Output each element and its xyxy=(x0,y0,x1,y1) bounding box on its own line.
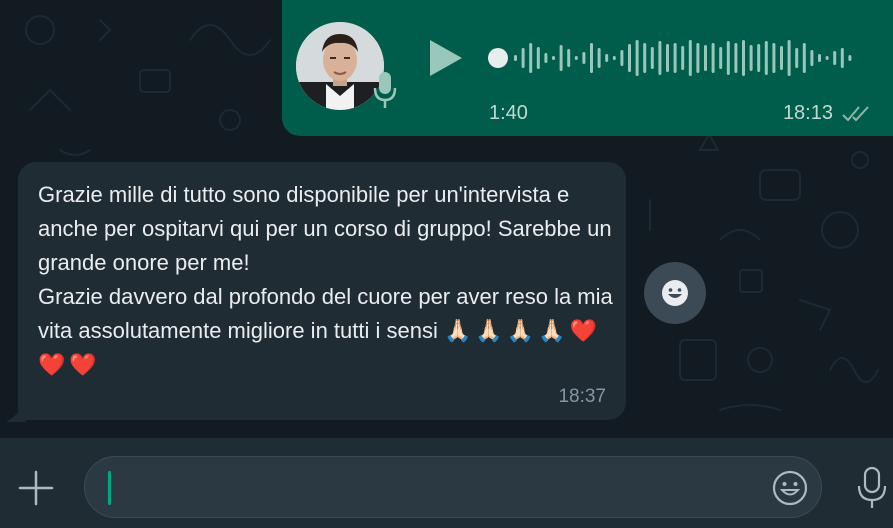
waveform-bar xyxy=(643,43,647,73)
waveform-bar xyxy=(605,54,609,62)
plus-icon[interactable] xyxy=(16,468,56,508)
waveform-bar xyxy=(787,40,791,76)
waveform-bar xyxy=(810,50,814,66)
microphone-icon[interactable] xyxy=(852,464,892,510)
waveform-bar xyxy=(688,40,692,76)
waveform-bar xyxy=(681,46,685,70)
waveform-bar xyxy=(620,50,624,66)
incoming-message-bubble[interactable]: Grazie mille di tutto sono disponibile p… xyxy=(18,162,626,420)
message-composer xyxy=(0,438,893,528)
waveform-bar xyxy=(780,46,783,70)
waveform-bar xyxy=(825,56,829,60)
waveform-bar xyxy=(704,45,707,71)
smiley-icon xyxy=(662,280,688,306)
waveform-bar xyxy=(795,48,799,68)
waveform-bar xyxy=(749,45,753,71)
waveform-bar xyxy=(612,56,616,60)
waveform-bar xyxy=(734,43,738,73)
waveform-bar xyxy=(552,56,555,60)
waveform-bar xyxy=(521,48,525,68)
playback-position-dot xyxy=(488,48,508,68)
play-icon[interactable] xyxy=(426,36,466,80)
waveform-bar xyxy=(582,52,586,64)
whatsapp-chat-window: 1:40 18:13 Grazie mille di tutto sono di… xyxy=(0,0,893,528)
microphone-icon xyxy=(372,70,398,110)
waveform-bar xyxy=(658,41,662,75)
message-text: Grazie mille di tutto sono disponibile p… xyxy=(38,178,613,382)
message-input[interactable] xyxy=(107,467,751,509)
double-check-icon xyxy=(841,103,873,125)
waveform-bar xyxy=(514,55,517,61)
smiley-icon[interactable] xyxy=(771,469,809,507)
voice-message-bubble[interactable]: 1:40 18:13 xyxy=(282,0,893,136)
waveform-bar xyxy=(696,43,700,73)
avatar-image xyxy=(296,22,384,110)
voice-message-time: 18:13 xyxy=(782,102,833,124)
message-input-container[interactable] xyxy=(84,456,822,518)
waveform-bar xyxy=(529,43,533,73)
waveform-bar xyxy=(544,53,548,63)
waveform-bar xyxy=(673,43,677,73)
waveform-bar xyxy=(559,45,563,71)
waveform-bar xyxy=(666,44,669,72)
sender-avatar xyxy=(296,22,384,110)
react-button[interactable] xyxy=(644,262,706,324)
waveform-bar xyxy=(590,43,593,73)
waveform-bar xyxy=(635,40,639,76)
waveform-bar xyxy=(764,41,768,75)
waveform-bar xyxy=(719,47,723,69)
waveform-bar xyxy=(597,48,601,68)
waveform-bar xyxy=(536,47,540,69)
message-time: 18:37 xyxy=(558,386,606,407)
waveform-bar xyxy=(628,44,631,72)
waveform-bar xyxy=(818,54,821,62)
waveform-bar xyxy=(840,48,844,68)
waveform-bar xyxy=(757,44,761,72)
waveform-bar xyxy=(567,49,571,67)
waveform-bar xyxy=(772,43,776,73)
waveform-bar xyxy=(574,56,578,60)
waveform-bar xyxy=(650,47,654,69)
voice-duration: 1:40 xyxy=(489,102,528,124)
waveform-bar xyxy=(833,51,837,65)
waveform-bar xyxy=(726,41,730,75)
waveform-bar xyxy=(711,43,715,73)
audio-waveform[interactable] xyxy=(486,30,866,86)
waveform-bar xyxy=(742,40,745,76)
waveform-bar xyxy=(802,43,806,73)
waveform-bar xyxy=(848,55,852,61)
